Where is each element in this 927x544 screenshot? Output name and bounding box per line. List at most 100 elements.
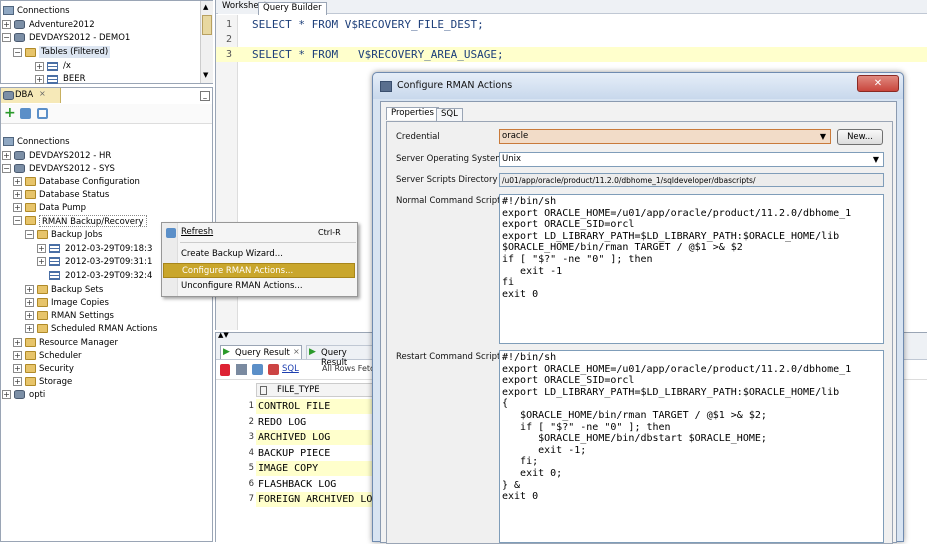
collapse-icon[interactable]: − — [13, 48, 22, 57]
credential-select[interactable]: oracle ▼ — [499, 129, 831, 144]
normal-script-textarea[interactable]: #!/bin/sh export ORACLE_HOME=/u01/app/or… — [499, 194, 884, 344]
expand-icon[interactable]: + — [13, 190, 22, 199]
expand-icon[interactable]: + — [13, 377, 22, 386]
tree-item-scheduled[interactable]: Scheduled RMAN Actions — [51, 323, 157, 335]
tree-item-adventure[interactable]: Adventure2012 — [29, 19, 95, 31]
expand-icon[interactable]: + — [2, 151, 11, 160]
chevron-down-icon: ▼ — [819, 132, 826, 141]
folder-icon — [37, 285, 48, 294]
expand-icon[interactable]: + — [25, 324, 34, 333]
tree-item-db-config[interactable]: Database Configuration — [39, 176, 140, 188]
expand-icon[interactable]: + — [25, 298, 34, 307]
menu-item-create-wizard[interactable]: Create Backup Wizard... — [163, 247, 355, 262]
folder-icon — [25, 364, 36, 373]
collapse-icon[interactable]: − — [2, 33, 11, 42]
close-icon[interactable]: ✕ — [857, 75, 899, 92]
pin-icon[interactable] — [220, 364, 230, 376]
tab-query-result-2[interactable]: ▶ Query Result — [306, 345, 376, 368]
new-credential-button[interactable]: New... — [837, 129, 883, 145]
scripts-dir-field[interactable]: /u01/app/oracle/product/11.2.0/dbhome_1/… — [499, 173, 884, 187]
filter-icon[interactable] — [37, 108, 48, 119]
expand-icon[interactable]: + — [35, 75, 44, 84]
credential-value: oracle — [502, 131, 529, 141]
tree-item-job[interactable]: 2012-03-29T09:18:3 — [65, 243, 152, 255]
tree-item-sys[interactable]: DEVDAYS2012 - SYS — [29, 163, 115, 175]
expand-icon[interactable]: + — [35, 62, 44, 71]
connections-icon — [3, 6, 14, 15]
tab-query-builder[interactable]: Query Builder — [258, 2, 327, 15]
tab-label: Query Result — [235, 348, 290, 358]
refresh-icon[interactable] — [252, 364, 263, 375]
tree-item-db-status[interactable]: Database Status — [39, 189, 109, 201]
splitter-arrows-icon[interactable]: ▲▼ — [218, 331, 229, 339]
os-select[interactable]: Unix ▼ — [499, 152, 884, 167]
tab-sql[interactable]: SQL — [436, 108, 463, 121]
row-number: 3 — [248, 432, 254, 442]
collapse-icon[interactable]: − — [25, 230, 34, 239]
scrollbar[interactable]: ▲ ▼ — [200, 1, 213, 83]
row-number: 6 — [248, 478, 254, 489]
minimize-icon[interactable]: _ — [200, 91, 210, 101]
print-icon[interactable] — [236, 364, 247, 375]
collapse-icon[interactable]: − — [2, 164, 11, 173]
tab-properties[interactable]: Properties — [386, 107, 439, 120]
sql-line[interactable]: SELECT * FROM V$RECOVERY_FILE_DEST; — [252, 18, 484, 31]
tree-item-job[interactable]: 2012-03-29T09:32:4 — [65, 270, 152, 282]
connections-root-label: Connections — [17, 6, 70, 16]
menu-item-unconfigure[interactable]: Unconfigure RMAN Actions... — [163, 279, 355, 294]
row-number: 2 — [248, 416, 254, 427]
tree-item-job[interactable]: 2012-03-29T09:31:1 — [65, 256, 152, 268]
play-icon: ▶ — [223, 347, 230, 357]
tree-item-beer[interactable]: BEER — [63, 73, 85, 85]
expand-icon[interactable]: + — [13, 351, 22, 360]
tree-item-tables[interactable]: Tables (Filtered) — [39, 46, 111, 58]
expand-icon[interactable]: + — [13, 203, 22, 212]
tree-item-opti[interactable]: opti — [29, 389, 45, 401]
folder-icon — [25, 48, 36, 57]
cancel-icon[interactable] — [268, 364, 279, 375]
expand-icon[interactable]: + — [25, 311, 34, 320]
tree-item-x[interactable]: /x — [63, 60, 71, 72]
dba-tab[interactable]: DBA × — [1, 88, 61, 103]
dba-tab-label: DBA — [15, 90, 34, 100]
play-icon: ▶ — [309, 347, 316, 357]
close-icon[interactable]: × — [39, 89, 46, 98]
shortcut-label: Ctrl-R — [318, 228, 341, 237]
close-icon[interactable]: × — [293, 347, 300, 356]
folder-icon — [25, 351, 36, 360]
tree-item-scheduler[interactable]: Scheduler — [39, 350, 82, 362]
tab-query-result[interactable]: ▶ Query Result × — [220, 345, 302, 359]
expand-icon[interactable]: + — [13, 177, 22, 186]
add-icon[interactable]: + — [4, 105, 16, 121]
tree-item-backup-jobs[interactable]: Backup Jobs — [51, 229, 102, 241]
expand-icon[interactable]: + — [25, 285, 34, 294]
tree-item-storage[interactable]: Storage — [39, 376, 72, 388]
tree-item-security[interactable]: Security — [39, 363, 74, 375]
refresh-icon[interactable] — [20, 108, 31, 119]
sql-line[interactable]: SELECT * FROM V$RECOVERY_AREA_USAGE; — [252, 48, 504, 61]
tree-item-data-pump[interactable]: Data Pump — [39, 202, 86, 214]
dba-tree-root[interactable]: Connections — [17, 136, 70, 148]
expand-icon[interactable]: + — [37, 244, 46, 253]
tree-item-backup-sets[interactable]: Backup Sets — [51, 284, 103, 296]
credential-label: Credential — [396, 132, 440, 142]
sql-link[interactable]: SQL — [282, 364, 299, 374]
connections-panel: Connections + Adventure2012 − DEVDAYS201… — [0, 0, 213, 84]
tree-item-hr[interactable]: DEVDAYS2012 - HR — [29, 150, 111, 162]
restart-script-textarea[interactable]: #!/bin/sh export ORACLE_HOME=/u01/app/or… — [499, 350, 884, 543]
tree-item-demo1[interactable]: DEVDAYS2012 - DEMO1 — [29, 32, 130, 44]
menu-item-refresh[interactable]: Refresh Ctrl-R — [163, 225, 355, 240]
tree-item-rman-settings[interactable]: RMAN Settings — [51, 310, 114, 322]
tree-item-resource-manager[interactable]: Resource Manager — [39, 337, 118, 349]
tree-item-image-copies[interactable]: Image Copies — [51, 297, 109, 309]
expand-icon[interactable]: + — [13, 364, 22, 373]
expand-icon[interactable]: + — [2, 20, 11, 29]
expand-icon[interactable]: + — [13, 338, 22, 347]
expand-icon[interactable]: + — [2, 390, 11, 399]
table-icon — [49, 244, 60, 253]
expand-icon[interactable]: + — [37, 257, 46, 266]
collapse-icon[interactable]: − — [13, 216, 22, 225]
tree-item-rman[interactable]: RMAN Backup/Recovery — [39, 215, 147, 227]
database-icon — [14, 164, 25, 173]
menu-item-configure[interactable]: Configure RMAN Actions... — [163, 263, 355, 278]
